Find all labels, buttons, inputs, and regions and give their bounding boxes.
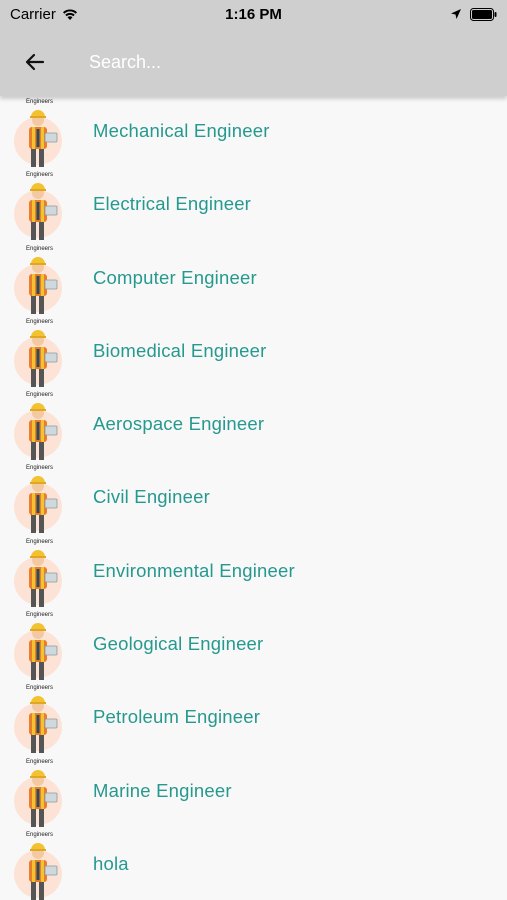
- list-item[interactable]: Engineers Computer Engineer: [0, 243, 507, 316]
- list-item[interactable]: Engineers Environmental Engineer: [0, 536, 507, 609]
- avatar-caption: Engineers: [26, 685, 54, 692]
- battery-icon: [470, 7, 497, 21]
- engineer-avatar-icon: Engineers: [12, 612, 64, 681]
- status-left: Carrier: [10, 6, 79, 23]
- avatar-caption: Engineers: [26, 392, 54, 399]
- avatar-caption: Engineers: [26, 172, 54, 179]
- status-right: [450, 7, 497, 21]
- engineer-avatar-icon: Engineers: [12, 832, 64, 900]
- engineer-avatar-icon: Engineers: [12, 759, 64, 827]
- avatar-caption: Engineers: [26, 612, 54, 619]
- list-item-label: Geological Engineer: [93, 633, 264, 655]
- avatar-caption: Engineers: [26, 831, 54, 838]
- engineer-avatar-icon: Engineers: [12, 246, 64, 314]
- list-item[interactable]: Engineers Geological Engineer: [0, 609, 507, 682]
- avatar-caption: Engineers: [26, 318, 54, 325]
- list-item-label: Aerospace Engineer: [93, 413, 265, 435]
- location-arrow-icon: [451, 9, 461, 19]
- engineer-avatar-icon: Engineers: [12, 392, 64, 461]
- search-input[interactable]: [89, 42, 507, 82]
- avatar-caption: Engineers: [26, 245, 54, 252]
- list-item-label: Petroleum Engineer: [93, 706, 261, 728]
- engineer-avatar-icon: Engineers: [12, 685, 64, 754]
- engineer-avatar-icon: Engineers: [12, 172, 64, 241]
- list-item-label: Computer Engineer: [93, 266, 257, 288]
- wifi-icon: [62, 9, 77, 20]
- list-item-label: Environmental Engineer: [93, 559, 295, 581]
- list-item[interactable]: Engineers hola: [0, 829, 507, 900]
- back-button[interactable]: [5, 32, 65, 92]
- list-item[interactable]: Engineers Aerospace Engineer: [0, 389, 507, 462]
- engineer-list: Engineers Mechanical Engineer Engineers …: [0, 96, 507, 900]
- avatar-caption: Engineers: [26, 99, 54, 105]
- list-item-label: hola: [93, 852, 129, 874]
- list-item-label: Electrical Engineer: [93, 193, 252, 215]
- list-item[interactable]: Engineers Biomedical Engineer: [0, 316, 507, 389]
- avatar-caption: Engineers: [26, 465, 54, 472]
- arrow-left-icon: [25, 53, 45, 71]
- avatar-caption: Engineers: [26, 758, 54, 765]
- engineer-avatar-icon: Engineers: [12, 99, 64, 167]
- engineer-avatar-icon: Engineers: [12, 465, 64, 534]
- list-item[interactable]: Engineers Marine Engineer: [0, 756, 507, 829]
- engineer-avatar-icon: Engineers: [12, 319, 64, 387]
- list-item[interactable]: Engineers Electrical Engineer: [0, 169, 507, 242]
- list-item[interactable]: Engineers Petroleum Engineer: [0, 682, 507, 755]
- carrier-label: Carrier: [10, 5, 56, 23]
- engineer-avatar-icon: Engineers: [12, 539, 64, 607]
- list-item-label: Civil Engineer: [93, 486, 210, 508]
- avatar-caption: Engineers: [26, 538, 54, 545]
- list-item-label: Mechanical Engineer: [93, 120, 270, 141]
- list-item[interactable]: Engineers Civil Engineer: [0, 462, 507, 535]
- app-bar: [0, 28, 507, 96]
- app-screen: Carrier 1:16 PM Search... Engineers Mech…: [0, 0, 507, 900]
- list-item-label: Marine Engineer: [93, 779, 232, 801]
- list-item[interactable]: Engineers Mechanical Engineer: [0, 96, 507, 169]
- status-bar: Carrier 1:16 PM: [0, 0, 507, 28]
- list-item-label: Biomedical Engineer: [93, 339, 267, 361]
